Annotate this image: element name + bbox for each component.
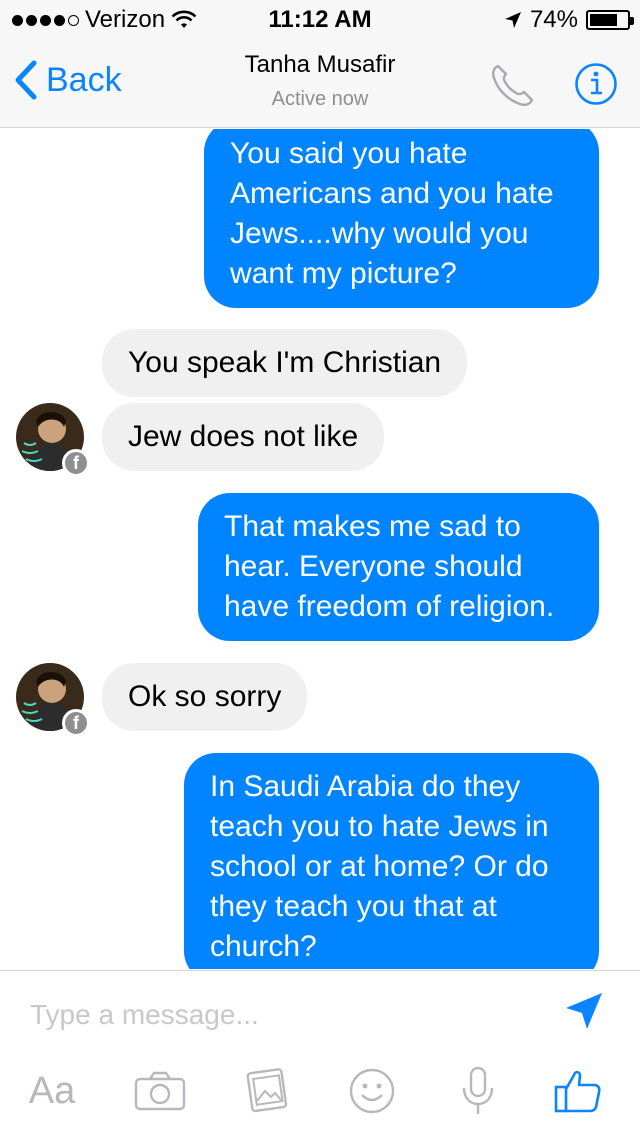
message-input[interactable] bbox=[30, 993, 530, 1037]
active-status: Active now bbox=[271, 88, 369, 110]
conversation-header[interactable]: Tanha Musafir Active now bbox=[0, 50, 640, 114]
location-arrow-icon bbox=[504, 12, 521, 28]
message-bubble-outgoing[interactable]: That makes me sad to hear. Everyone shou… bbox=[198, 493, 599, 641]
message-text: That makes me sad to hear. Everyone shou… bbox=[224, 510, 555, 623]
message-bubble-incoming[interactable]: Jew does not like bbox=[102, 403, 385, 471]
contact-name: Tanha Musafir bbox=[244, 51, 396, 78]
camera-button[interactable] bbox=[132, 1063, 188, 1119]
send-button[interactable] bbox=[562, 989, 606, 1033]
like-button[interactable] bbox=[550, 1063, 606, 1119]
contact-avatar[interactable]: f bbox=[16, 403, 90, 477]
thumbs-up-icon bbox=[554, 1070, 601, 1113]
facebook-badge-icon: f bbox=[62, 709, 90, 737]
voice-button[interactable] bbox=[450, 1063, 506, 1119]
message-text: You speak I'm Christian bbox=[128, 346, 442, 379]
message-text: You said you hate Americans and you hate… bbox=[230, 137, 554, 290]
text-format-button[interactable]: Aa bbox=[24, 1063, 80, 1119]
gallery-icon bbox=[246, 1068, 288, 1113]
status-right: 74% bbox=[504, 6, 634, 34]
message-bubble-outgoing[interactable]: In Saudi Arabia do they teach you to hat… bbox=[184, 753, 599, 969]
message-list[interactable]: You said you hate Americans and you hate… bbox=[0, 129, 640, 969]
message-composer: Aa bbox=[0, 970, 640, 1136]
battery-fill bbox=[590, 14, 617, 26]
battery-percent: 74% bbox=[529, 6, 578, 33]
message-bubble-incoming[interactable]: Ok so sorry bbox=[102, 663, 308, 731]
composer-toolbar: Aa bbox=[0, 1063, 640, 1123]
send-icon bbox=[566, 993, 602, 1029]
message-bubble-outgoing[interactable]: You said you hate Americans and you hate… bbox=[204, 129, 599, 308]
nav-bar: Back Tanha Musafir Active now bbox=[0, 40, 640, 128]
battery-icon bbox=[586, 10, 634, 30]
info-button[interactable] bbox=[574, 62, 618, 106]
camera-icon bbox=[134, 1071, 186, 1111]
status-bar: Verizon 11:12 AM 74% bbox=[0, 0, 640, 40]
contact-avatar[interactable]: f bbox=[16, 663, 90, 737]
phone-icon bbox=[492, 64, 534, 106]
text-format-label: Aa bbox=[28, 1069, 76, 1112]
call-button[interactable] bbox=[488, 62, 536, 110]
gallery-button[interactable] bbox=[240, 1063, 296, 1119]
microphone-icon bbox=[462, 1066, 494, 1114]
emoji-icon bbox=[349, 1068, 395, 1114]
message-text: Jew does not like bbox=[128, 420, 359, 453]
message-text: In Saudi Arabia do they teach you to hat… bbox=[210, 770, 549, 963]
facebook-badge-icon: f bbox=[62, 449, 90, 477]
message-bubble-incoming[interactable]: You speak I'm Christian bbox=[102, 329, 468, 397]
info-icon bbox=[575, 63, 617, 105]
message-text: Ok so sorry bbox=[128, 680, 282, 713]
emoji-button[interactable] bbox=[344, 1063, 400, 1119]
